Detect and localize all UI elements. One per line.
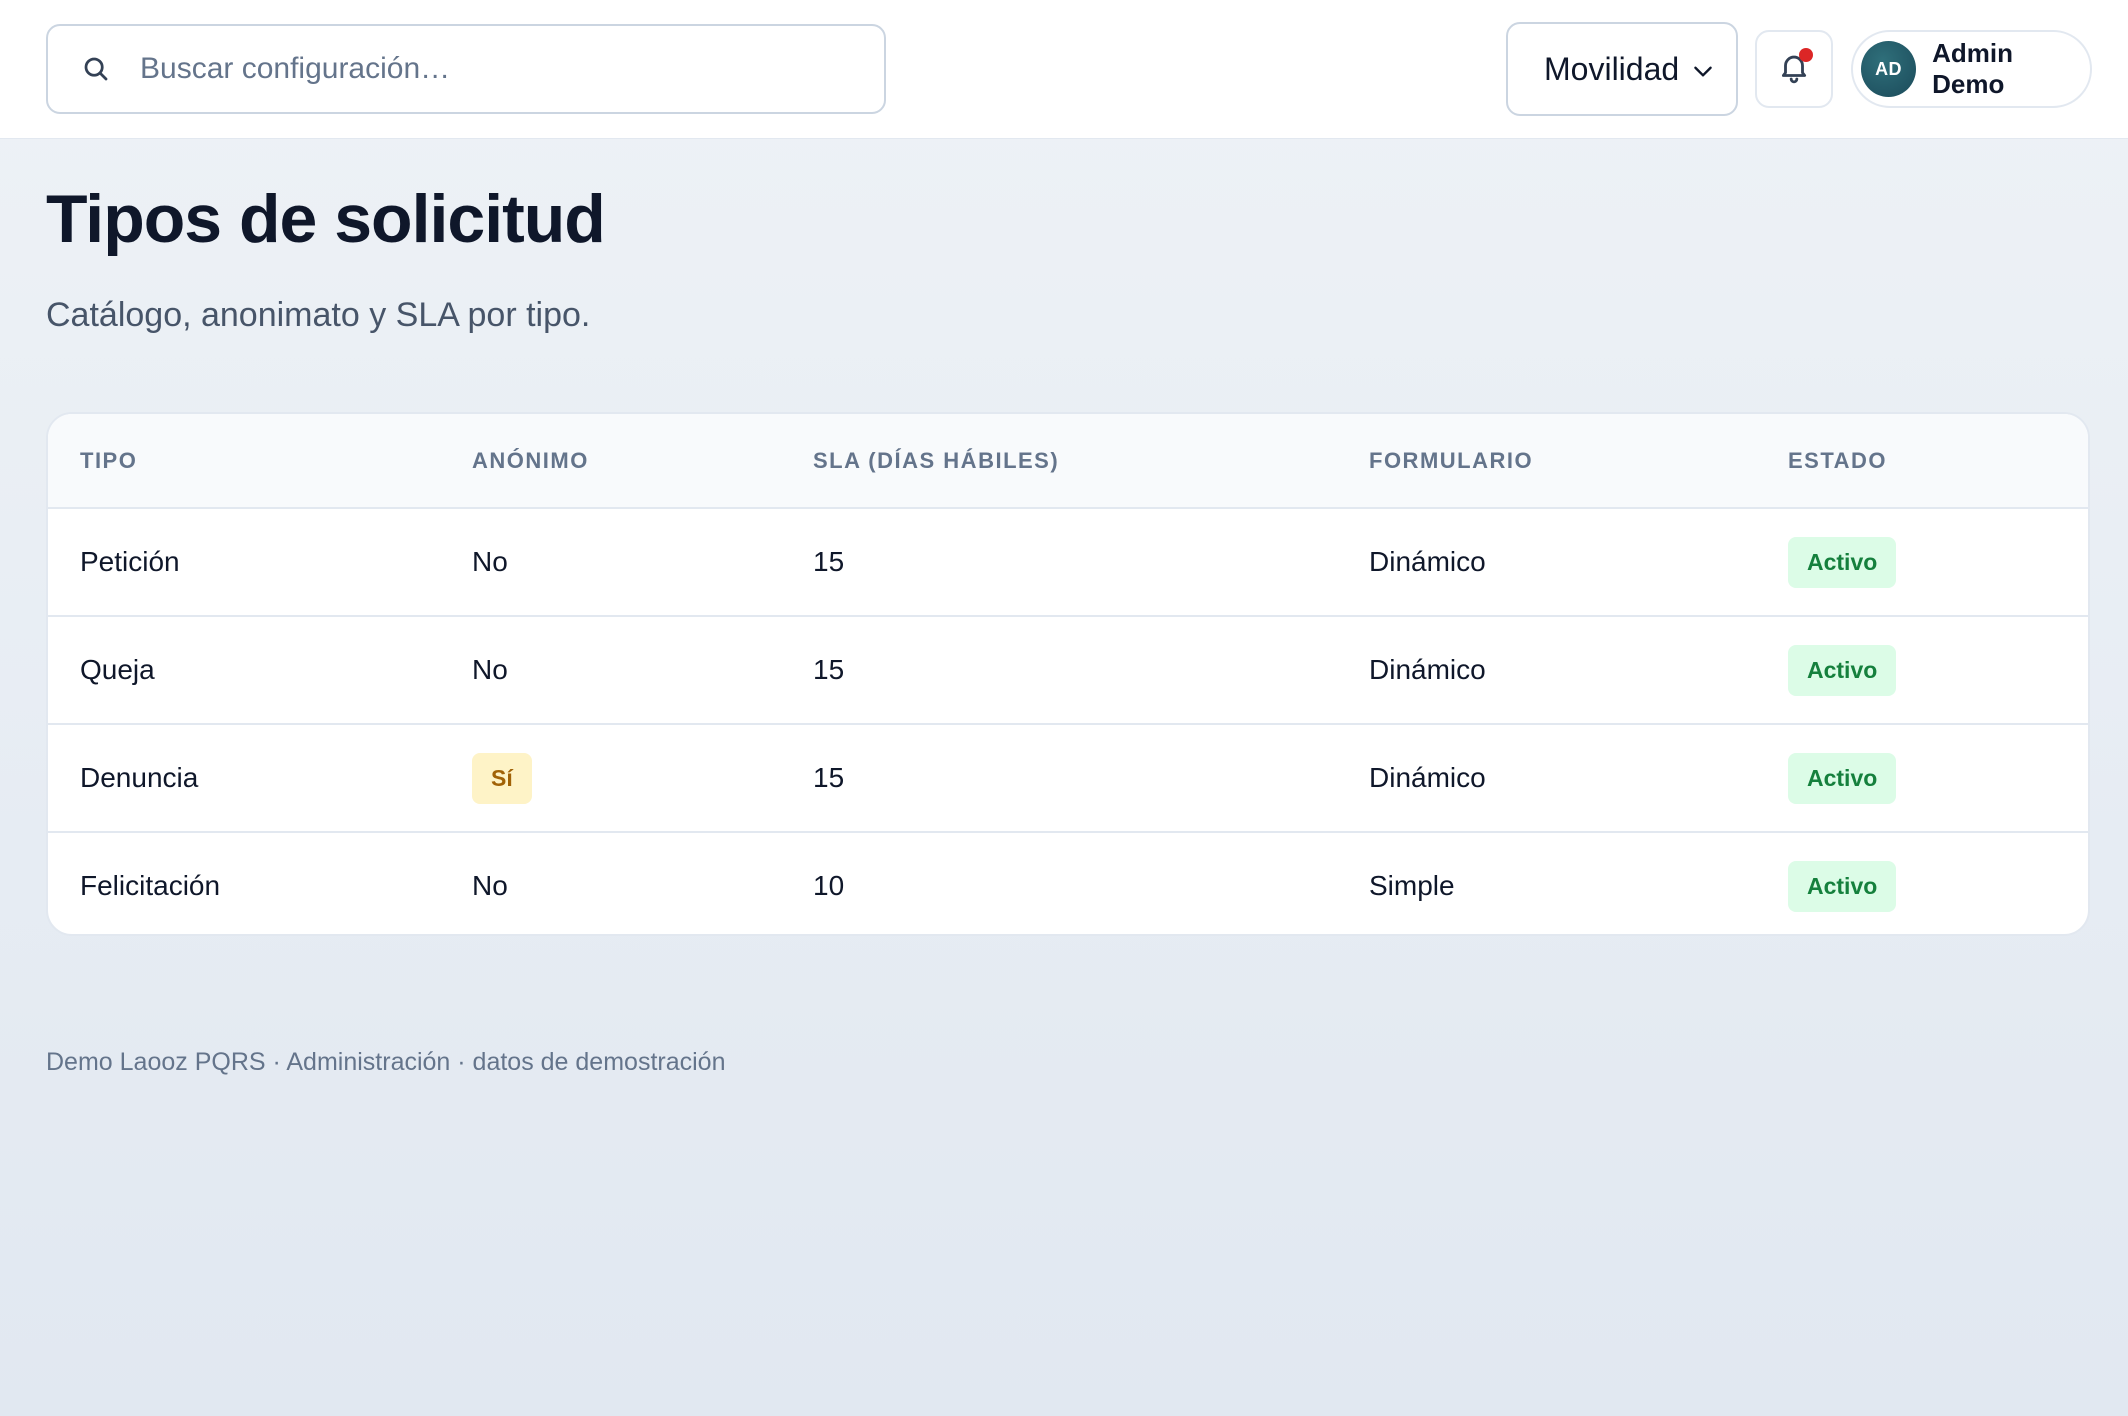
chevron-down-icon: [1690, 58, 1716, 84]
status-badge: Activo: [1788, 536, 1897, 588]
cell-anonimo: Sí: [472, 724, 813, 833]
column-header-sla[interactable]: SLA (DÍAS HÁBILES): [813, 414, 1369, 509]
project-select[interactable]: Movilidad: [1506, 22, 1738, 116]
cell-formulario: Dinámico: [1369, 616, 1788, 725]
request-types-table-card: TIPO ANÓNIMO SLA (DÍAS HÁBILES) FORMULAR…: [46, 412, 2090, 936]
request-types-table: TIPO ANÓNIMO SLA (DÍAS HÁBILES) FORMULAR…: [48, 414, 2088, 934]
cell-tipo: Denuncia: [48, 724, 472, 833]
status-badge: Activo: [1788, 752, 1897, 804]
table-row[interactable]: Denuncia Sí 15 Dinámico Activo: [48, 724, 2088, 833]
search-input[interactable]: [138, 51, 842, 87]
table-row[interactable]: Felicitación No 10 Simple Activo: [48, 832, 2088, 934]
table-header-row: TIPO ANÓNIMO SLA (DÍAS HÁBILES) FORMULAR…: [48, 414, 2088, 509]
cell-sla: 15: [813, 508, 1369, 617]
cell-estado: Activo: [1788, 616, 2088, 725]
cell-anonimo: No: [472, 616, 813, 725]
table-row[interactable]: Petición No 15 Dinámico Activo: [48, 508, 2088, 617]
cell-tipo: Queja: [48, 616, 472, 725]
avatar: AD: [1861, 41, 1917, 97]
cell-anonimo: No: [472, 870, 508, 901]
notification-dot: [1799, 48, 1813, 62]
cell-sla: 10: [813, 870, 845, 901]
cell-estado: Activo: [1788, 832, 2088, 934]
cell-formulario: Dinámico: [1369, 724, 1788, 833]
search-icon: [76, 49, 116, 89]
cell-estado: Activo: [1788, 724, 2088, 833]
column-header-tipo[interactable]: TIPO: [48, 414, 472, 509]
anonymous-badge: Sí: [472, 752, 532, 804]
notifications-button[interactable]: [1755, 30, 1833, 108]
column-header-formulario[interactable]: FORMULARIO: [1369, 414, 1788, 509]
footer-text: Demo Laooz PQRS · Administración · datos…: [46, 1048, 726, 1076]
cell-formulario: Dinámico: [1369, 508, 1788, 617]
column-header-anonimo[interactable]: ANÓNIMO: [472, 414, 813, 509]
cell-tipo: Felicitación: [80, 870, 221, 901]
cell-sla: 15: [813, 616, 1369, 725]
page-title: Tipos de solicitud: [46, 181, 606, 257]
top-bar: Movilidad AD Admin Demo: [0, 0, 2128, 139]
table-row[interactable]: Queja No 15 Dinámico Activo: [48, 616, 2088, 725]
cell-anonimo: No: [472, 508, 813, 617]
status-badge: Activo: [1788, 644, 1897, 696]
cell-estado: Activo: [1788, 508, 2088, 617]
cell-tipo: Petición: [48, 508, 472, 617]
cell-formulario: Simple: [1369, 870, 1455, 901]
user-menu[interactable]: AD Admin Demo: [1851, 30, 2092, 108]
project-select-value: Movilidad: [1544, 50, 1680, 87]
page-subtitle: Catálogo, anonimato y SLA por tipo.: [46, 296, 591, 334]
search-box[interactable]: [46, 24, 886, 114]
cell-sla: 15: [813, 724, 1369, 833]
column-header-estado[interactable]: ESTADO: [1788, 414, 2088, 509]
user-name: Admin Demo: [1932, 38, 2014, 99]
status-badge: Activo: [1788, 860, 1897, 912]
